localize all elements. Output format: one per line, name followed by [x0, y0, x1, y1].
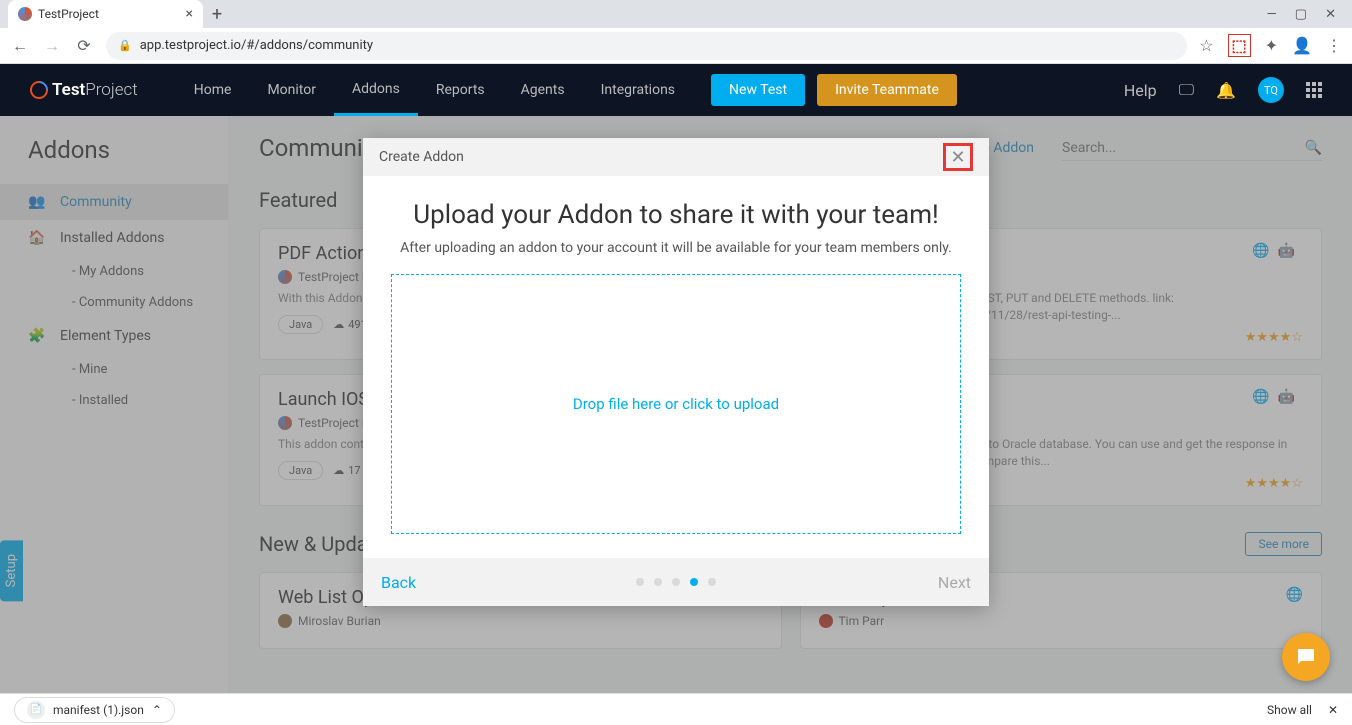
- back-button[interactable]: Back: [381, 573, 416, 592]
- tab-close-icon[interactable]: ×: [186, 6, 193, 22]
- download-filename: manifest (1).json: [53, 703, 144, 717]
- upload-dropzone[interactable]: Drop file here or click to upload: [391, 274, 961, 534]
- nav-reports[interactable]: Reports: [418, 64, 503, 116]
- chat-button[interactable]: [1282, 633, 1330, 681]
- modal-subtitle: After uploading an addon to your account…: [391, 240, 961, 256]
- file-icon: 📄: [27, 701, 45, 719]
- extension-icon[interactable]: ⬚: [1228, 34, 1251, 57]
- tab-favicon-icon: [18, 7, 32, 21]
- browser-tab[interactable]: TestProject ×: [8, 0, 203, 28]
- chevron-up-icon[interactable]: ⌃: [152, 703, 162, 717]
- minimize-icon[interactable]: —: [1267, 7, 1277, 22]
- apps-icon[interactable]: [1306, 82, 1322, 98]
- forward-icon: →: [42, 36, 62, 56]
- back-icon[interactable]: ←: [10, 36, 30, 56]
- help-link[interactable]: Help: [1124, 81, 1157, 100]
- main-nav: Home Monitor Addons Reports Agents Integ…: [176, 64, 693, 116]
- dot-icon: [654, 578, 662, 586]
- bell-icon[interactable]: 🔔: [1216, 81, 1236, 100]
- download-chip[interactable]: 📄 manifest (1).json ⌃: [14, 697, 175, 723]
- menu-icon[interactable]: ⋮: [1326, 36, 1342, 55]
- step-dots: [636, 578, 716, 586]
- url-text: app.testproject.io/#/addons/community: [140, 38, 373, 53]
- window-close-icon[interactable]: ✕: [1325, 7, 1336, 22]
- close-bar-icon[interactable]: ✕: [1328, 703, 1338, 717]
- invite-teammate-button[interactable]: Invite Teammate: [817, 74, 957, 106]
- next-button[interactable]: Next: [938, 573, 971, 592]
- address-bar[interactable]: 🔒 app.testproject.io/#/addons/community: [106, 32, 1187, 60]
- nav-integrations[interactable]: Integrations: [583, 64, 693, 116]
- show-all-button[interactable]: Show all: [1267, 703, 1312, 717]
- new-test-button[interactable]: New Test: [711, 74, 805, 106]
- reload-icon[interactable]: ⟳: [74, 36, 94, 55]
- modal-header-title: Create Addon: [379, 149, 464, 165]
- maximize-icon[interactable]: ▢: [1295, 7, 1307, 22]
- star-icon[interactable]: ☆: [1199, 36, 1213, 55]
- nav-addons[interactable]: Addons: [334, 64, 418, 116]
- new-tab-button[interactable]: +: [203, 0, 231, 28]
- tab-title: TestProject: [38, 7, 99, 21]
- dot-icon: [690, 578, 698, 586]
- nav-monitor[interactable]: Monitor: [249, 64, 334, 116]
- dot-icon: [636, 578, 644, 586]
- nav-agents[interactable]: Agents: [503, 64, 583, 116]
- logo-icon: [26, 77, 51, 102]
- modal-close-button[interactable]: ✕: [943, 143, 973, 171]
- extensions-icon[interactable]: ✦: [1265, 36, 1278, 55]
- chat-icon: [1294, 645, 1318, 669]
- logo[interactable]: TestProject: [30, 80, 138, 100]
- lock-icon: 🔒: [118, 39, 132, 52]
- modal-title: Upload your Addon to share it with your …: [391, 200, 961, 230]
- downloads-bar: 📄 manifest (1).json ⌃ Show all ✕: [0, 693, 1352, 725]
- avatar[interactable]: TQ: [1258, 77, 1284, 103]
- nav-home[interactable]: Home: [176, 64, 250, 116]
- create-addon-modal: Create Addon ✕ Upload your Addon to shar…: [363, 138, 989, 606]
- screen-icon[interactable]: 🖵: [1179, 80, 1194, 100]
- dot-icon: [672, 578, 680, 586]
- dot-icon: [708, 578, 716, 586]
- profile-icon[interactable]: 👤: [1292, 36, 1312, 55]
